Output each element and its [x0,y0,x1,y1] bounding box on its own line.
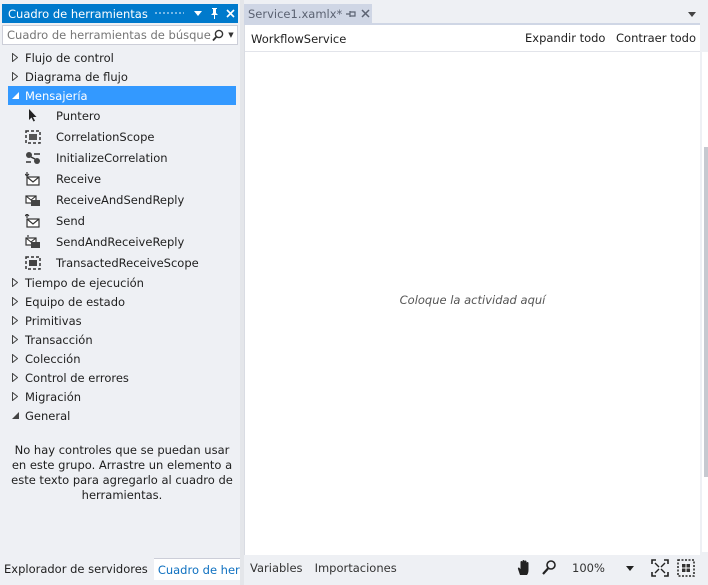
category-general[interactable]: General [8,406,236,425]
document-tab[interactable]: Service1.xamlx* [244,4,372,23]
category-label: Migración [25,389,82,404]
chevron-down-icon[interactable] [622,559,638,577]
overview-map-icon[interactable] [677,559,695,577]
toolbox-item-receive[interactable]: Receive [8,168,236,189]
toolbox-tree: Flujo de control Diagrama de flujo Mensa… [8,48,236,425]
pointer-icon [24,108,42,124]
dropdown-icon[interactable] [190,6,206,22]
designer-header: WorkflowService Expandir todo Contraer t… [245,25,700,52]
toolbox-item-label: ReceiveAndSendReply [56,192,185,207]
toolbox-item-label: SendAndReceiveReply [56,234,185,249]
send-and-receive-reply-icon [24,234,42,250]
empty-group-message: No hay controles que se puedan usar en e… [11,443,233,502]
category-equipo-de-estado[interactable]: Equipo de estado [8,292,236,311]
category-primitivas[interactable]: Primitivas [8,311,236,330]
expand-arrow-icon[interactable] [8,297,22,306]
toolbox-search-input[interactable] [7,28,211,42]
close-icon[interactable] [222,6,238,22]
category-tiempo-de-ejecucion[interactable]: Tiempo de ejecución [8,273,236,292]
category-control-de-errores[interactable]: Control de errores [8,368,236,387]
collapse-arrow-icon[interactable] [8,412,22,419]
document-list-dropdown-icon[interactable] [686,9,698,19]
toolbox-search-box[interactable]: ▼ [2,25,238,45]
transacted-receive-scope-icon [24,255,42,271]
toolbox-header: Cuadro de herramientas [2,4,238,23]
category-label: Primitivas [25,313,82,328]
send-icon [24,213,42,229]
toolbox-item-sendandreceivereply[interactable]: SendAndReceiveReply [8,231,236,252]
category-label: General [25,408,71,423]
toolbox-item-send[interactable]: Send [8,210,236,231]
receive-icon [24,171,42,187]
zoom-level-input[interactable] [564,561,622,575]
breadcrumb[interactable]: WorkflowService [251,32,346,46]
category-label: Colección [25,351,81,366]
workflow-designer-canvas[interactable]: WorkflowService Expandir todo Contraer t… [244,25,700,555]
pan-hand-icon[interactable] [515,559,533,577]
expand-arrow-icon[interactable] [8,316,22,325]
imports-tab[interactable]: Importaciones [309,561,403,575]
toolbox-item-initializecorrelation[interactable]: InitializeCorrelation [8,147,236,168]
designer-bottom-bar: Variables Importaciones [244,556,700,580]
toolbox-item-transactedreceivescope[interactable]: TransactedReceiveScope [8,252,236,273]
variables-tab[interactable]: Variables [244,561,309,575]
expand-arrow-icon[interactable] [8,392,22,401]
receive-and-send-reply-icon [24,192,42,208]
collapse-all-button[interactable]: Contraer todo [616,31,696,45]
expand-all-button[interactable]: Expandir todo [525,31,605,45]
toolbox-item-receiveandsendreply[interactable]: ReceiveAndSendReply [8,189,236,210]
search-options-dropdown-icon[interactable]: ▼ [225,31,237,39]
collapse-arrow-icon[interactable] [8,92,22,99]
toolbox-item-label: Puntero [56,108,101,123]
drag-grip[interactable] [153,11,184,16]
category-label: Diagrama de flujo [25,69,128,84]
search-icon[interactable] [211,27,225,43]
category-migracion[interactable]: Migración [8,387,236,406]
toolbox-item-correlationscope[interactable]: CorrelationScope [8,126,236,147]
category-label: Tiempo de ejecución [25,275,144,290]
initialize-correlation-icon [24,150,42,166]
toolbox-item-label: Receive [56,171,102,186]
expand-arrow-icon[interactable] [8,278,22,287]
toolbox-item-label: CorrelationScope [56,129,155,144]
pin-icon[interactable] [344,10,358,18]
category-diagrama-de-flujo[interactable]: Diagrama de flujo [8,67,236,86]
document-tab-title: Service1.xamlx* [248,6,343,21]
category-coleccion[interactable]: Colección [8,349,236,368]
toolbox-panel: Cuadro de herramientas ▼ Flujo de contro… [0,0,240,585]
toolbox-item-label: Send [56,213,85,228]
fit-to-screen-icon[interactable] [651,559,669,577]
tab-server-explorer[interactable]: Explorador de servidores [0,558,152,580]
vertical-scrollbar[interactable] [702,52,708,552]
toolbox-item-label: InitializeCorrelation [56,150,168,165]
expand-arrow-icon[interactable] [8,53,22,62]
category-transaccion[interactable]: Transacción [8,330,236,349]
expand-arrow-icon[interactable] [8,354,22,363]
scrollbar-thumb[interactable] [704,147,708,477]
category-label: Mensajería [25,88,88,103]
expand-arrow-icon[interactable] [8,72,22,81]
category-label: Transacción [25,332,93,347]
toolbox-item-label: TransactedReceiveScope [56,255,199,270]
category-label: Flujo de control [25,50,114,65]
toolbox-item-puntero[interactable]: Puntero [8,105,236,126]
pin-icon[interactable] [206,6,222,22]
category-label: Control de errores [25,370,129,385]
left-panel-tabs: Explorador de servidores Cuadro de herr.… [0,558,240,580]
category-flujo-de-control[interactable]: Flujo de control [8,48,236,67]
close-icon[interactable] [358,9,372,18]
expand-arrow-icon[interactable] [8,335,22,344]
correlation-scope-icon [24,129,42,145]
expand-arrow-icon[interactable] [8,373,22,382]
zoom-level-select[interactable] [564,558,642,578]
category-mensajeria[interactable]: Mensajería [8,86,236,105]
zoom-icon[interactable] [541,559,557,577]
drop-activity-hint[interactable]: Coloque la actividad aquí [245,293,700,307]
toolbox-title: Cuadro de herramientas [8,6,148,21]
tab-toolbox[interactable]: Cuadro de herr... [153,558,240,580]
category-label: Equipo de estado [25,294,126,309]
